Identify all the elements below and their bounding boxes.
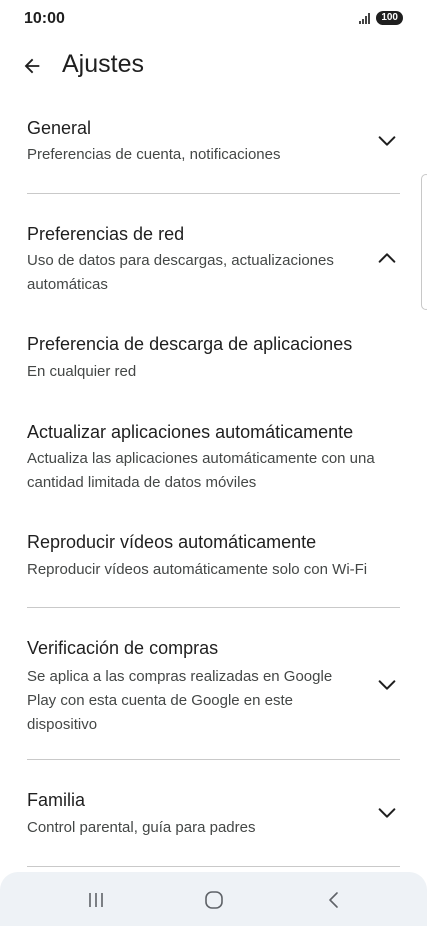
signal-icon — [359, 12, 371, 24]
expand-button[interactable] — [374, 800, 400, 826]
divider — [27, 607, 400, 608]
chevron-up-icon — [378, 253, 396, 263]
chevron-down-icon — [378, 136, 396, 146]
app-bar: Ajustes — [0, 40, 427, 90]
section-general[interactable]: General Preferencias de cuenta, notifica… — [0, 110, 427, 190]
section-family[interactable]: Familia Control parental, guía para padr… — [0, 782, 427, 856]
chevron-down-icon — [378, 680, 396, 690]
setting-autoplay-videos[interactable]: Reproducir vídeos automáticamente Reprod… — [0, 524, 427, 594]
status-time: 10:00 — [24, 10, 65, 27]
divider — [27, 759, 400, 760]
chevron-down-icon — [378, 808, 396, 818]
recents-icon — [89, 893, 103, 907]
status-bar: 10:00 100 — [0, 0, 427, 40]
setting-title: Actualizar aplicaciones automáticamente — [27, 422, 354, 442]
expand-button[interactable] — [374, 128, 400, 154]
setting-title: Preferencia de descarga de aplicaciones — [27, 334, 353, 354]
recents-button[interactable] — [76, 886, 116, 914]
section-subtitle: Uso de datos para descargas, actualizaci… — [27, 252, 334, 293]
section-title: General — [27, 118, 92, 138]
setting-subtitle: En cualquier red — [27, 363, 137, 380]
setting-subtitle: Actualiza las aplicaciones automáticamen… — [27, 450, 375, 491]
system-nav-bar — [0, 872, 427, 926]
collapse-button[interactable] — [374, 245, 400, 271]
divider — [27, 866, 400, 867]
setting-auto-update-apps[interactable]: Actualizar aplicaciones automáticamente … — [0, 414, 427, 504]
section-title: Familia — [27, 790, 86, 810]
divider — [27, 193, 400, 194]
nav-back-icon — [329, 892, 338, 908]
setting-title: Reproducir vídeos automáticamente — [27, 532, 317, 552]
section-title: Verificación de compras — [27, 638, 219, 658]
expand-button[interactable] — [374, 672, 400, 698]
arrow-back-icon — [24, 58, 40, 74]
battery-indicator: 100 — [376, 11, 403, 25]
section-purchase-verification[interactable]: Verificación de compras Se aplica a las … — [0, 630, 427, 740]
home-button[interactable] — [194, 886, 234, 914]
nav-back-button[interactable] — [314, 886, 354, 914]
setting-app-download-preference[interactable]: Preferencia de descarga de aplicaciones … — [0, 326, 427, 396]
section-network-preferences[interactable]: Preferencias de red Uso de datos para de… — [0, 216, 427, 300]
section-subtitle: Control parental, guía para padres — [27, 819, 256, 836]
section-title: Preferencias de red — [27, 224, 185, 244]
setting-subtitle: Reproducir vídeos automáticamente solo c… — [27, 561, 368, 578]
section-subtitle: Se aplica a las compras realizadas en Go… — [27, 668, 333, 733]
section-subtitle: Preferencias de cuenta, notificaciones — [27, 146, 281, 163]
home-icon — [205, 891, 223, 909]
page-title: Ajustes — [62, 50, 144, 78]
back-button[interactable] — [14, 48, 50, 84]
status-icons: 100 — [359, 11, 403, 25]
